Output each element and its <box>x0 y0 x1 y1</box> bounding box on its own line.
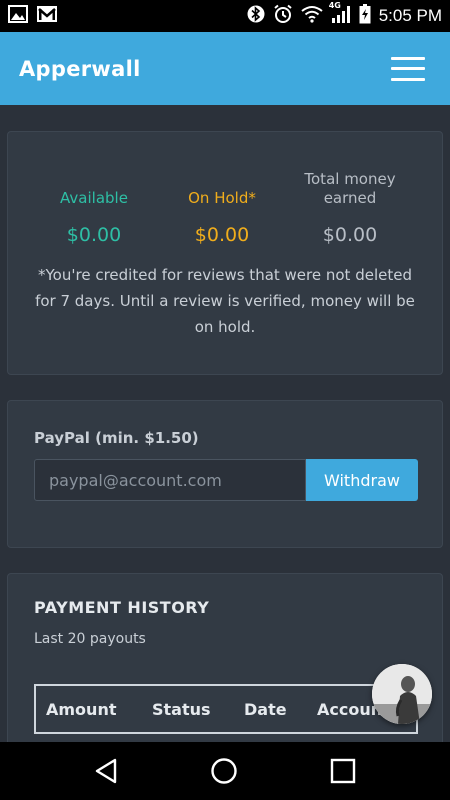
total-label-line1: Total money <box>304 170 396 188</box>
total-value: $0.00 <box>322 224 378 246</box>
paypal-email-input[interactable] <box>34 459 306 501</box>
status-bar: 4G 5:05 PM <box>0 0 450 32</box>
column-header-amount: Amount <box>46 699 117 719</box>
clock-time: 5:05 PM <box>378 6 442 25</box>
signal-icon: 4G <box>329 1 351 27</box>
withdraw-button[interactable]: Withdraw <box>306 459 418 501</box>
home-circle-icon[interactable] <box>194 742 254 800</box>
on-hold-balance: On Hold* $0.00 <box>152 189 292 246</box>
hamburger-menu-icon[interactable] <box>391 56 425 81</box>
status-bar-left <box>8 5 58 27</box>
app-title: Apperwall <box>19 56 141 81</box>
image-icon <box>8 5 28 27</box>
total-earned-balance: Total money earned $0.00 <box>280 170 420 246</box>
app-header: Apperwall <box>0 32 450 105</box>
paypal-label: PayPal (min. $1.50) <box>34 429 199 447</box>
back-triangle-icon[interactable] <box>77 742 137 800</box>
hold-note: *You're credited for reviews that were n… <box>35 266 415 336</box>
on-hold-label: On Hold* <box>188 189 256 207</box>
battery-icon <box>359 4 371 28</box>
balance-card: Available $0.00 On Hold* $0.00 Total mon… <box>7 131 443 375</box>
total-label-line2: earned <box>323 189 377 207</box>
status-bar-right: 4G 5:05 PM <box>247 1 442 28</box>
wifi-icon <box>301 5 323 27</box>
available-label: Available <box>60 189 128 207</box>
floating-avatar-chathead[interactable] <box>372 664 432 724</box>
payment-history-subtitle: Last 20 payouts <box>34 631 146 647</box>
column-header-status: Status <box>152 699 211 719</box>
available-balance: Available $0.00 <box>24 189 164 246</box>
column-header-date: Date <box>244 699 287 719</box>
hooded-person-avatar <box>372 664 432 724</box>
gmail-icon <box>36 5 58 27</box>
payment-history-title: PAYMENT HISTORY <box>34 598 210 617</box>
recents-square-icon[interactable] <box>313 742 373 800</box>
payment-history-card: PAYMENT HISTORY Last 20 payouts Amount S… <box>7 573 443 753</box>
network-badge: 4G <box>328 1 341 10</box>
payment-history-table-header: Amount Status Date Account <box>34 684 418 734</box>
bluetooth-icon <box>247 4 265 28</box>
navigation-bar <box>0 742 450 800</box>
alarm-icon <box>273 4 293 28</box>
available-value: $0.00 <box>66 224 122 246</box>
on-hold-value: $0.00 <box>194 224 250 246</box>
paypal-withdraw-card: PayPal (min. $1.50) Withdraw <box>7 400 443 548</box>
